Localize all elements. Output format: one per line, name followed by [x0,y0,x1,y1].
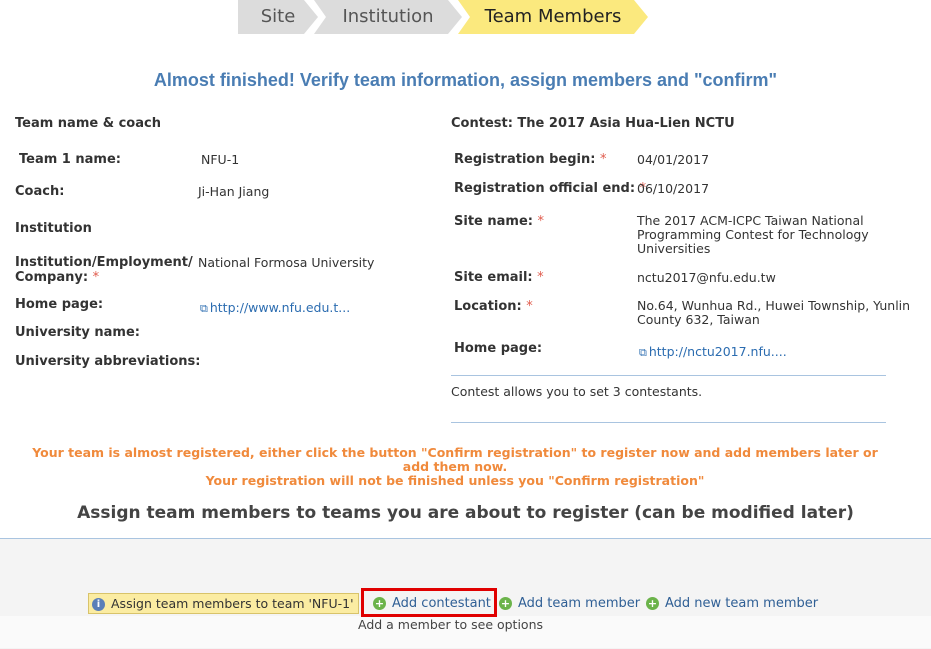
assign-section-title: Assign team members to teams you are abo… [77,503,854,523]
page-headline: Almost finished! Verify team information… [153,70,778,90]
location-label: Location: * [454,299,533,314]
contest-homepage-link[interactable]: ⧉ http://nctu2017.nfu.... [639,341,787,360]
location-label-text: Location: [454,299,522,314]
institution-label-line2: Company: [15,270,89,285]
external-link-icon: ⧉ [200,302,208,315]
add-new-team-member-button[interactable]: + Add new team member [646,594,818,613]
institution-label-line1: Institution/Employment/ [15,255,193,270]
assign-hint: Add a member to see options [358,617,544,632]
step-site[interactable]: Site [238,0,318,34]
contestants-note: Contest allows you to set 3 contestants. [451,384,703,399]
add-team-member-label[interactable]: Add team member [518,596,640,611]
required-mark: * [92,270,100,285]
team-homepage-label: Home page: [15,297,104,312]
required-mark: * [537,270,544,285]
team-name-label: Team 1 name: [19,152,121,167]
site-name-label-text: Site name: [454,214,533,229]
step-institution[interactable]: Institution [314,0,462,34]
reg-end-label: Registration official end: * [454,181,646,196]
reg-end-label-text: Registration official end: [454,181,636,196]
add-new-team-member-label[interactable]: Add new team member [665,596,818,611]
divider [451,422,886,423]
contest-title: Contest: The 2017 Asia Hua-Lien NCTU [451,116,735,131]
plus-icon: + [646,597,659,610]
reg-begin-value: 04/01/2017 [637,152,710,167]
location-value: No.64, Wunhua Rd., Huwei Township, Yunli… [637,298,911,327]
required-mark: * [537,214,545,229]
site-email-label: Site email: * [454,270,544,285]
reg-end-value: 06/10/2017 [637,181,710,196]
site-name-label: Site name: * [454,214,544,229]
institution-section-title: Institution [15,221,92,236]
university-name-label: University name: [15,325,140,340]
plus-icon: + [499,597,512,610]
team-homepage-url[interactable]: http://www.nfu.edu.t... [210,300,350,315]
team-homepage-link[interactable]: ⧉ http://www.nfu.edu.t... [200,297,350,316]
notice-line2: Your registration will not be finished u… [205,473,705,488]
contest-homepage-label: Home page: [454,341,543,356]
required-mark: * [526,299,533,314]
team-name-value: NFU-1 [201,152,240,167]
site-email-label-text: Site email: [454,270,533,285]
required-mark: * [599,152,607,167]
site-name-value: The 2017 ACM-ICPC Taiwan National Progra… [637,213,869,256]
reg-begin-label: Registration begin: * [454,152,606,167]
team-section-title: Team name & coach [15,116,161,131]
reg-begin-label-text: Registration begin: [454,152,596,167]
assign-team-info: i Assign team members to team 'NFU-1' [88,593,359,614]
coach-label: Coach: [15,184,65,199]
site-email-value: nctu2017@nfu.edu.tw [637,270,776,285]
info-icon: i [92,598,105,611]
external-link-icon: ⧉ [639,346,647,359]
highlight-box [361,588,497,617]
institution-label: Institution/Employment/ Company: * [15,255,193,285]
notice-line1: Your team is almost registered, either c… [32,445,878,474]
divider [451,375,886,376]
add-team-member-button[interactable]: + Add team member [499,594,640,613]
university-abbrev-label: University abbreviations: [15,354,201,369]
contest-homepage-url[interactable]: http://nctu2017.nfu.... [649,344,787,359]
coach-value: Ji-Han Jiang [198,184,270,199]
step-team-members[interactable]: Team Members [458,0,648,34]
institution-value: National Formosa University [198,255,375,270]
assign-team-info-label: Assign team members to team 'NFU-1' [111,596,354,611]
